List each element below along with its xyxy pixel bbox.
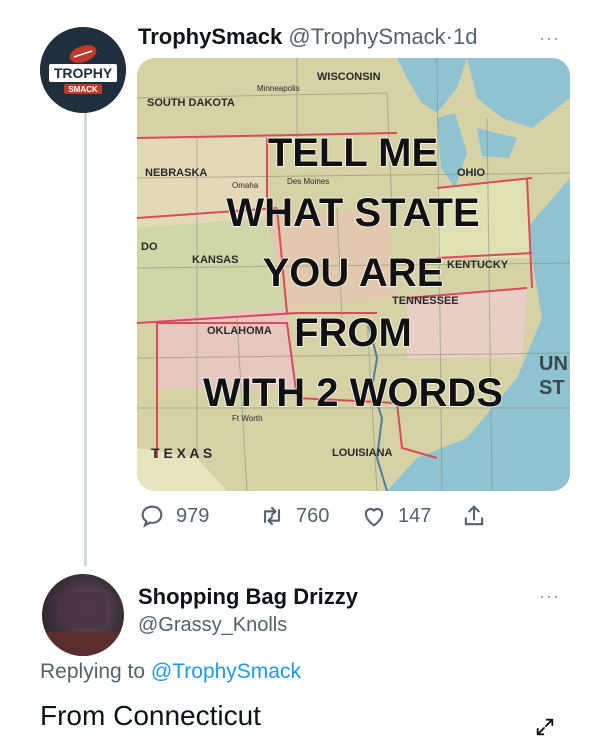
tweet-actions: 979 760 147 [138, 502, 518, 536]
map-label: WISCONSIN [317, 71, 381, 83]
tweet-image[interactable]: WISCONSIN SOUTH DAKOTA NEBRASKA KANSAS O… [137, 58, 570, 491]
map-label: T E X A S [151, 445, 212, 461]
tweet-header: TrophySmack @TrophySmack·1d [138, 24, 477, 50]
tweet-time[interactable]: 1d [453, 24, 477, 49]
map-label: DO [141, 241, 158, 253]
replying-prefix: Replying to [40, 660, 146, 683]
map-label: ST [539, 377, 565, 399]
retweet-count: 760 [296, 504, 330, 527]
logo-bottom-text: SMACK [68, 85, 98, 94]
share-icon [464, 505, 484, 526]
avatar[interactable] [42, 574, 124, 656]
image-line-5: WITH 2 WORDS [203, 371, 503, 415]
map-label: TENNESSEE [392, 295, 459, 307]
image-line-2: WHAT STATE [226, 191, 479, 235]
replying-to-link[interactable]: @TrophySmack [151, 660, 301, 683]
map-label: OKLAHOMA [207, 325, 272, 337]
reply-button[interactable]: 979 [138, 502, 209, 530]
more-options-icon[interactable]: ··· [539, 28, 560, 49]
image-line-1: TELL ME [268, 131, 438, 175]
avatar[interactable]: TROPHY SMACK [40, 27, 126, 113]
share-button[interactable] [460, 502, 488, 530]
reply-text: From Connecticut [40, 700, 261, 731]
reply-icon [141, 505, 163, 528]
thread-connector-line [84, 108, 87, 566]
separator-dot: · [445, 24, 453, 49]
heart-icon [364, 508, 384, 527]
reply-count: 979 [176, 504, 210, 527]
map-label: KANSAS [192, 254, 238, 266]
more-options-icon[interactable]: ··· [539, 586, 560, 607]
reply-author-handle[interactable]: @Grassy_Knolls [138, 614, 287, 637]
retweet-icon [263, 506, 281, 526]
trophy-smack-logo-icon: TROPHY SMACK [40, 27, 126, 113]
author-handle[interactable]: @TrophySmack [288, 24, 445, 49]
map-label: Ft Worth [232, 414, 263, 423]
avatar-image-detail [42, 632, 124, 656]
us-map-image: WISCONSIN SOUTH DAKOTA NEBRASKA KANSAS O… [137, 58, 570, 491]
map-label: NEBRASKA [145, 167, 207, 179]
map-label: UN [539, 353, 568, 375]
like-button[interactable]: 147 [360, 502, 431, 530]
map-label: KENTUCKY [447, 259, 509, 271]
map-label: Des Moines [287, 177, 329, 186]
logo-top-text: TROPHY [54, 65, 113, 81]
map-label: OHIO [457, 167, 486, 179]
author-name[interactable]: TrophySmack [138, 24, 282, 49]
map-label: Minneapolis [257, 84, 300, 93]
reply-author-name[interactable]: Shopping Bag Drizzy [138, 584, 358, 610]
avatar-image-detail [62, 592, 106, 628]
replying-to-line: Replying to @TrophySmack [40, 660, 301, 684]
image-line-3: YOU ARE [263, 251, 444, 295]
retweet-button[interactable]: 760 [258, 502, 329, 530]
image-line-4: FROM [294, 311, 412, 355]
like-count: 147 [398, 504, 432, 527]
map-label: LOUISIANA [332, 447, 393, 459]
map-label: Omaha [232, 181, 259, 190]
expand-icon[interactable] [534, 716, 556, 738]
map-label: SOUTH DAKOTA [147, 97, 235, 109]
